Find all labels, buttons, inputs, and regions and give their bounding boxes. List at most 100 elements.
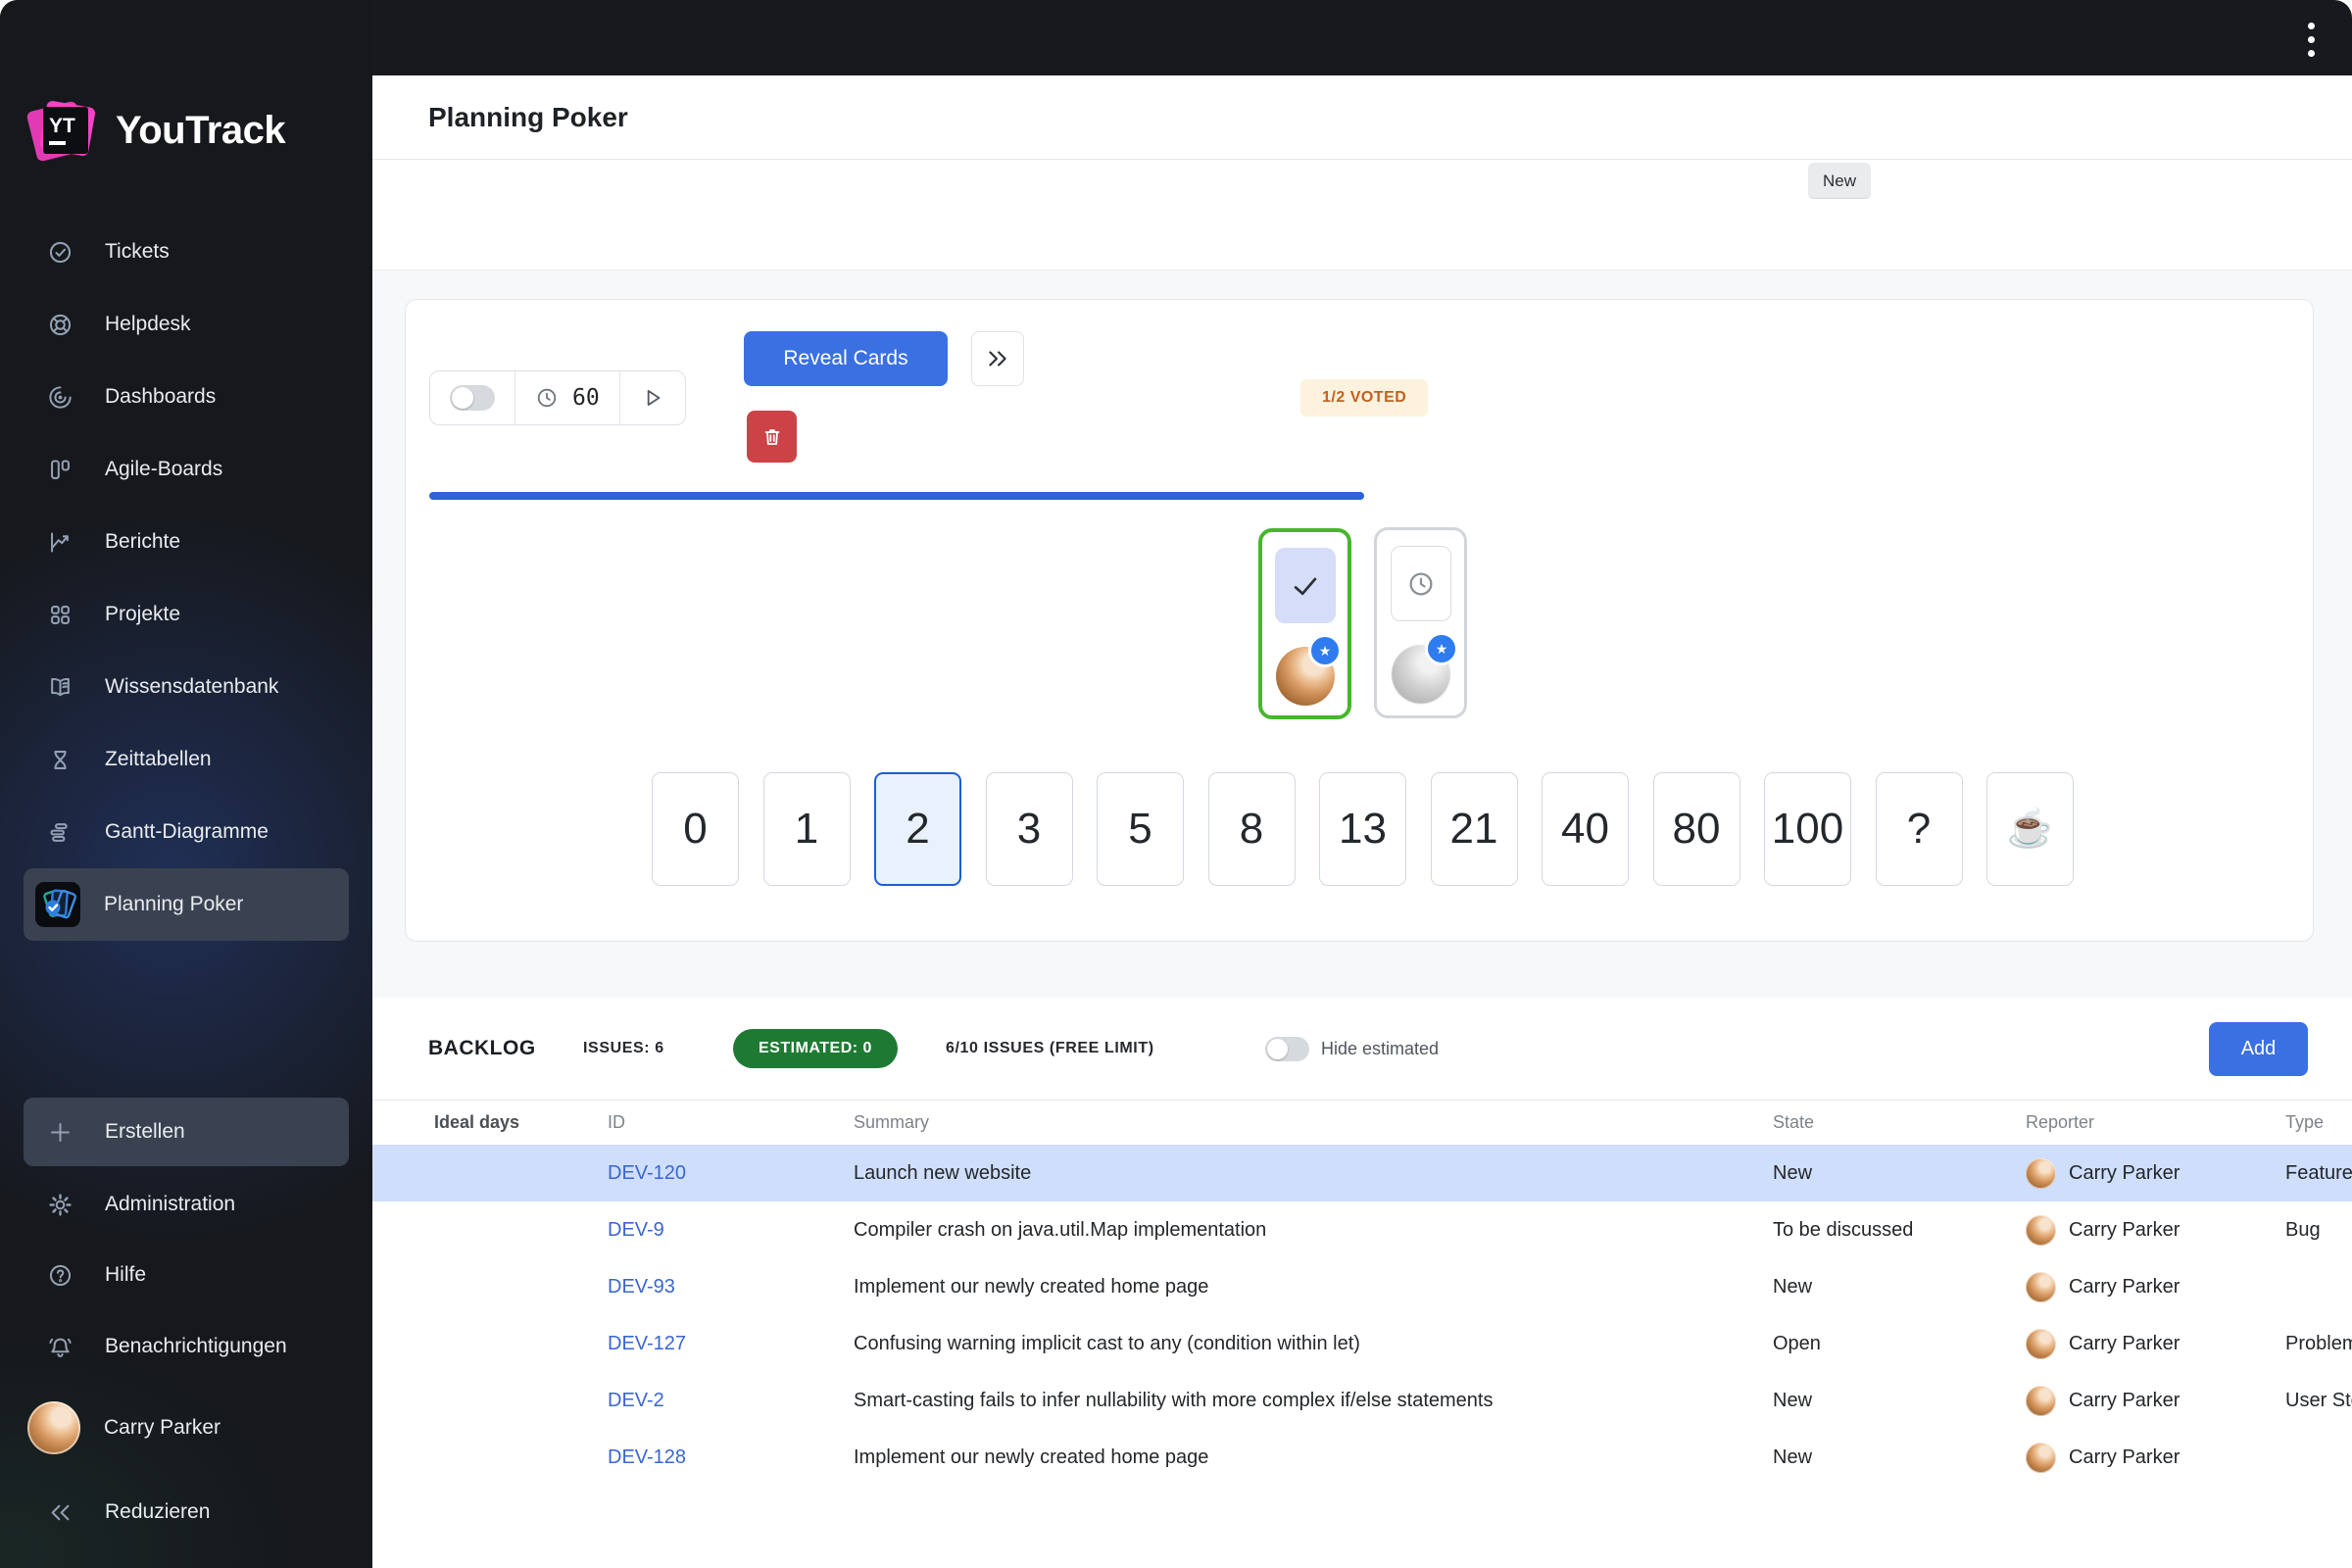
sidebar-item-dashboards[interactable]: Dashboards: [0, 361, 372, 433]
sidebar-item-label: Hilfe: [105, 1263, 146, 1287]
column-header-reporter[interactable]: Reporter: [2026, 1101, 2094, 1145]
sidebar-item-gantt-diagramme[interactable]: Gantt-Diagramme: [0, 796, 372, 868]
poker-card-?[interactable]: ?: [1876, 772, 1963, 886]
issue-id-link[interactable]: DEV-120: [608, 1145, 686, 1201]
issue-id-link[interactable]: DEV-127: [608, 1315, 686, 1372]
question-circle-icon: [47, 1262, 74, 1289]
poker-card-21[interactable]: 21: [1431, 772, 1518, 886]
table-row[interactable]: DEV-120Launch new websiteNewCarry Parker…: [372, 1145, 2352, 1201]
sidebar-item-label: Administration: [105, 1193, 235, 1216]
sidebar-item-benachrichtigungen[interactable]: Benachrichtigungen: [0, 1310, 372, 1383]
issue-reporter: Carry Parker: [2026, 1315, 2180, 1372]
reporter-avatar: [2026, 1386, 2056, 1416]
gauge-icon: [47, 384, 74, 411]
hide-estimated-toggle[interactable]: [1265, 1037, 1309, 1061]
issue-summary: Confusing warning implicit cast to any (…: [854, 1315, 1360, 1372]
collapse-label: Reduzieren: [105, 1500, 210, 1524]
issue-summary: Implement our newly created home page: [854, 1258, 1208, 1315]
poker-deck: 0 1 2 3 5 8 1321 40 80 100?☕: [406, 772, 2315, 886]
timer-seconds: 60: [572, 385, 600, 411]
sidebar-item-administration[interactable]: Administration: [0, 1168, 372, 1241]
table-row[interactable]: DEV-128 Implement our newly created home …: [372, 1429, 2352, 1486]
timer-toggle[interactable]: [450, 385, 495, 411]
issue-reporter: Carry Parker: [2026, 1429, 2180, 1486]
poker-card-13[interactable]: 13: [1319, 772, 1406, 886]
create-button[interactable]: Erstellen: [24, 1098, 349, 1166]
expand-session-button[interactable]: [971, 331, 1024, 386]
svg-text:YT: YT: [49, 115, 75, 137]
issue-id-link[interactable]: DEV-9: [608, 1201, 664, 1258]
poker-card-value: 8: [1240, 805, 1263, 854]
issue-type: Feature: [2285, 1145, 2352, 1201]
timer-progress-bar: [429, 492, 1364, 500]
poker-card-100[interactable]: 100: [1764, 772, 1851, 886]
backlog-rows: DEV-120Launch new websiteNewCarry Parker…: [372, 1145, 2352, 1486]
poker-card-value: 40: [1561, 805, 1609, 854]
session-card: 60 Reveal Cards 1/2 VOTED: [405, 299, 2314, 942]
lifebuoy-icon: [47, 312, 74, 338]
poker-card-☕[interactable]: ☕: [1986, 772, 2074, 886]
main-content: Planning Poker New 60 Reveal Card: [372, 75, 2352, 1568]
voted-count-badge: 1/2 VOTED: [1300, 379, 1428, 416]
gantt-bars-icon: [47, 819, 74, 846]
sidebar-item-planning-poker[interactable]: Planning Poker: [24, 868, 349, 941]
timer-value-segment[interactable]: 60: [514, 371, 619, 424]
vote-slot: [1391, 546, 1451, 621]
column-header-summary[interactable]: Summary: [854, 1101, 929, 1145]
issue-id-link[interactable]: DEV-128: [608, 1429, 686, 1486]
table-row[interactable]: DEV-127 Confusing warning implicit cast t…: [372, 1315, 2352, 1372]
add-issue-button[interactable]: Add: [2209, 1022, 2308, 1076]
sidebar-item-hilfe[interactable]: Hilfe: [0, 1239, 372, 1311]
issue-id-link[interactable]: DEV-93: [608, 1258, 675, 1315]
issue-summary: Compiler crash on java.util.Map implemen…: [854, 1201, 1266, 1258]
participant-card-voted: ★: [1258, 528, 1351, 719]
poker-card-value: 1: [795, 805, 818, 854]
sidebar-item-berichte[interactable]: Berichte: [0, 506, 372, 578]
poker-card-5[interactable]: 5: [1097, 772, 1184, 886]
column-header-state[interactable]: State: [1773, 1101, 1814, 1145]
poker-card-0[interactable]: 0: [652, 772, 739, 886]
table-row[interactable]: DEV-93 Implement our newly created home p…: [372, 1258, 2352, 1315]
sidebar-user-profile[interactable]: Carry Parker: [0, 1392, 372, 1464]
poker-card-value: 3: [1017, 805, 1041, 854]
sidebar-item-agile-boards[interactable]: Agile-Boards: [0, 433, 372, 506]
poker-card-2[interactable]: 2: [874, 772, 961, 886]
reporter-avatar: [2026, 1158, 2056, 1189]
create-button-label: Erstellen: [105, 1120, 185, 1144]
reveal-cards-button[interactable]: Reveal Cards: [744, 331, 948, 386]
chart-line-icon: [47, 529, 74, 556]
column-header-type[interactable]: Type: [2285, 1101, 2324, 1145]
sidebar-item-helpdesk[interactable]: Helpdesk: [0, 288, 372, 361]
poker-card-1[interactable]: 1: [763, 772, 851, 886]
poker-card-3[interactable]: 3: [986, 772, 1073, 886]
issue-type: Problem: [2285, 1315, 2352, 1372]
table-row[interactable]: DEV-9 Compiler crash on java.util.Map imp…: [372, 1201, 2352, 1258]
youtrack-logo: YT YouTrack: [22, 90, 285, 171]
kebab-menu-icon[interactable]: [2299, 18, 2323, 61]
sidebar-collapse-button[interactable]: Reduzieren: [0, 1476, 372, 1548]
issue-type: Bug: [2285, 1201, 2321, 1258]
poker-card-40[interactable]: 40: [1542, 772, 1629, 886]
session-zone: 60 Reveal Cards 1/2 VOTED: [372, 270, 2352, 998]
timer-start-button[interactable]: [619, 371, 685, 424]
issues-count: ISSUES: 6: [583, 998, 664, 1100]
column-header-ideal-days[interactable]: Ideal days: [434, 1101, 519, 1145]
hide-estimated-toggle-wrap: [1265, 1037, 1309, 1061]
delete-session-button[interactable]: [747, 411, 797, 463]
table-row[interactable]: DEV-2Smart-casting fails to infer nullab…: [372, 1372, 2352, 1429]
poker-card-80[interactable]: 80: [1653, 772, 1740, 886]
clock-icon: [1406, 569, 1436, 599]
user-avatar: [27, 1401, 80, 1454]
issue-summary: Implement our newly created home page: [854, 1429, 1208, 1486]
sidebar-item-wissensdatenbank[interactable]: Wissensdatenbank: [0, 651, 372, 723]
sidebar-item-zeittabellen[interactable]: Zeittabellen: [0, 723, 372, 796]
issue-state: New: [1773, 1429, 1812, 1486]
sidebar-item-label: Dashboards: [105, 385, 216, 409]
page-header: Planning Poker: [372, 75, 2352, 160]
issue-id-link[interactable]: DEV-2: [608, 1372, 664, 1429]
sidebar-item-tickets[interactable]: Tickets: [0, 216, 372, 288]
column-header-id[interactable]: ID: [608, 1101, 625, 1145]
sidebar-item-projekte[interactable]: Projekte: [0, 578, 372, 651]
poker-card-8[interactable]: 8: [1208, 772, 1296, 886]
clock-icon: [535, 386, 559, 410]
